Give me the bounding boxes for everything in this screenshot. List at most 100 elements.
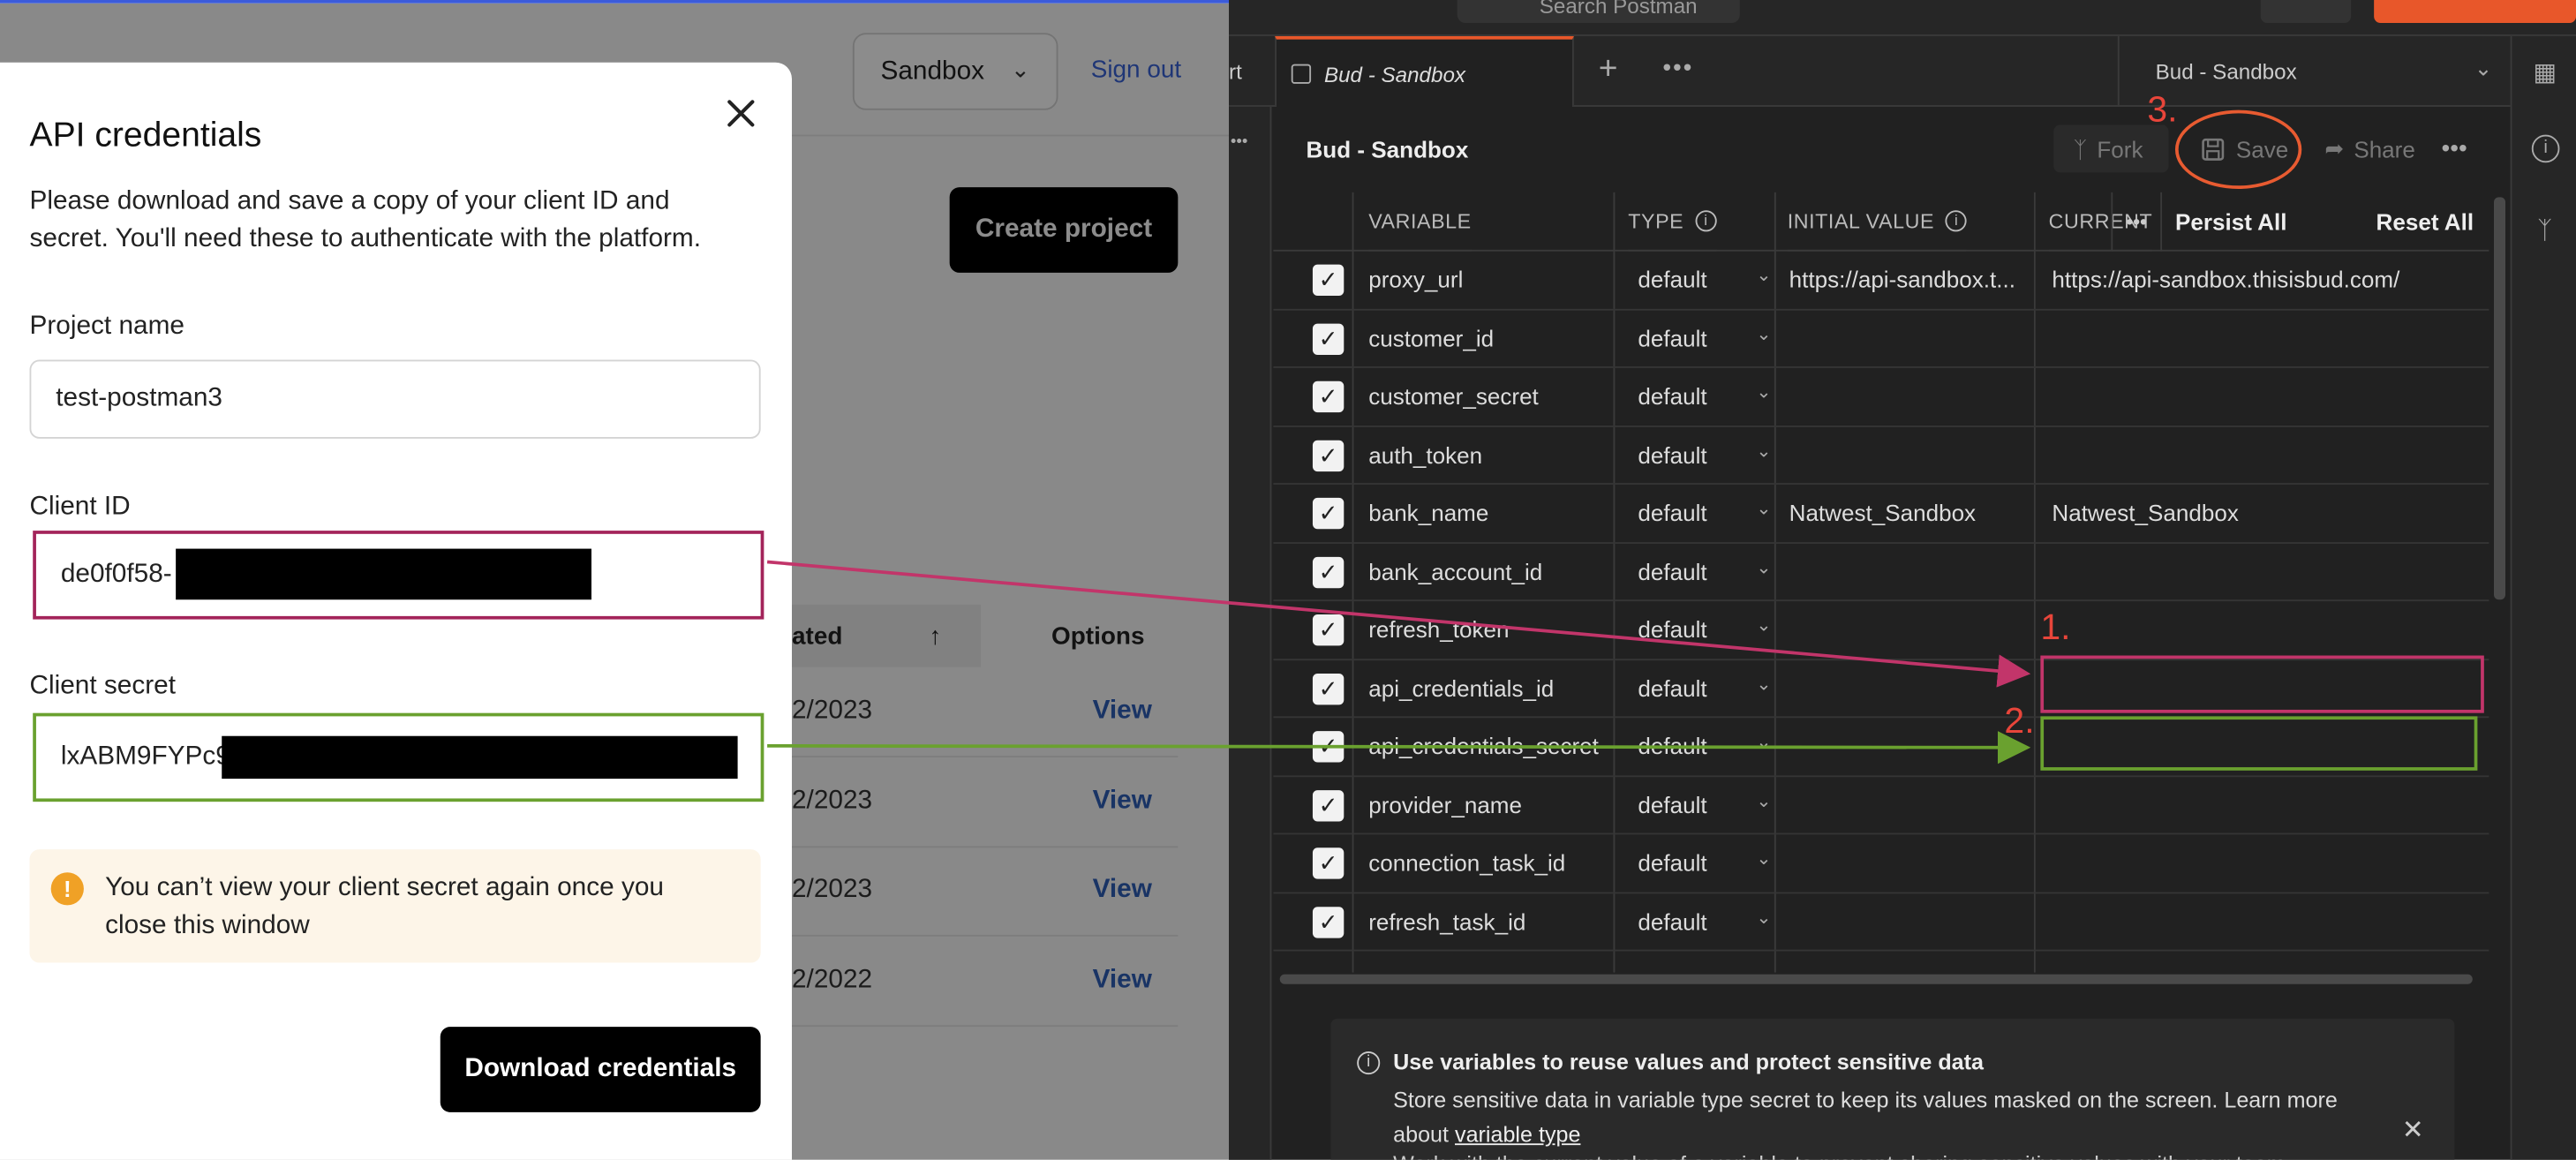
variable-type[interactable]: default	[1638, 791, 1736, 817]
info-icon[interactable]: i	[2531, 134, 2560, 163]
enabled-checkbox[interactable]: ✓	[1312, 673, 1344, 704]
horizontal-scrollbar[interactable]	[1279, 974, 2473, 984]
variable-type[interactable]: default	[1638, 849, 1736, 876]
variable-type[interactable]: default	[1638, 616, 1736, 643]
chevron-down-icon[interactable]: ⌄	[1756, 381, 1771, 403]
enabled-checkbox[interactable]: ✓	[1312, 614, 1344, 646]
enabled-checkbox[interactable]: ✓	[1312, 497, 1344, 530]
variable-row[interactable]: ✓ refresh_token default ⌄	[1273, 601, 2489, 660]
variable-row[interactable]: ✓ proxy_url default ⌄ https://api-sandbox.t.…	[1273, 252, 2489, 310]
variable-row[interactable]: ✓ connection_task_id default ⌄	[1273, 834, 2489, 893]
variable-type-link[interactable]: variable type	[1455, 1122, 1580, 1147]
postman-window: Search Postman rt Bud - Sandbox + ••• Bu…	[1229, 0, 2576, 1160]
environment-quick-look-icon[interactable]: ▦	[2532, 57, 2558, 87]
chevron-down-icon[interactable]: ⌄	[1756, 265, 1771, 285]
tab-more-icon[interactable]: •••	[1662, 54, 1693, 82]
search-input[interactable]: Search Postman	[1457, 0, 1740, 24]
client-secret-field[interactable]: lxABM9FYPc9	[33, 712, 765, 802]
variable-row[interactable]: ✓ bank_account_id default ⌄	[1273, 543, 2489, 602]
chevron-down-icon[interactable]: ⌄	[1756, 323, 1771, 344]
environment-title[interactable]: Bud - Sandbox	[1306, 136, 1468, 162]
current-value[interactable]: https://api-sandbox.thisisbud.com/	[2052, 266, 2479, 292]
info-icon[interactable]: i	[1695, 210, 1717, 232]
close-icon[interactable]	[723, 95, 759, 132]
current-value[interactable]: Natwest_Sandbox	[2052, 500, 2479, 526]
enabled-checkbox[interactable]: ✓	[1312, 847, 1344, 879]
client-id-field[interactable]: de0f0f58-	[33, 531, 765, 620]
variable-name[interactable]: api_credentials_secret	[1368, 733, 1607, 759]
more-options-icon[interactable]: •••	[2441, 135, 2467, 163]
chevron-down-icon[interactable]: ⌄	[1756, 614, 1771, 636]
variable-name[interactable]: refresh_task_id	[1368, 908, 1607, 934]
new-tab-plus-icon[interactable]: +	[1599, 51, 1618, 89]
current-value-highlight-id	[2040, 655, 2484, 713]
warning-banner: ! You can’t view your client secret agai…	[29, 849, 761, 963]
variable-type[interactable]: default	[1638, 733, 1736, 759]
variable-type[interactable]: default	[1638, 908, 1736, 934]
sidebar-more-icon[interactable]: •••	[1231, 133, 1248, 151]
variable-type[interactable]: default	[1638, 325, 1736, 351]
warning-icon: !	[50, 872, 84, 906]
variable-name[interactable]: customer_id	[1368, 325, 1607, 351]
sign-in-button[interactable]	[2260, 0, 2352, 24]
chevron-down-icon[interactable]: ⌄	[1756, 556, 1771, 577]
variable-row[interactable]: ✓ provider_name default ⌄	[1273, 776, 2489, 835]
variable-name[interactable]: connection_task_id	[1368, 849, 1607, 876]
variable-name[interactable]: customer_secret	[1368, 383, 1607, 410]
chevron-down-icon[interactable]: ⌄	[1756, 673, 1771, 694]
variable-row[interactable]: ✓ customer_id default ⌄	[1273, 310, 2489, 368]
enabled-checkbox[interactable]: ✓	[1312, 555, 1344, 588]
variable-row[interactable]: ✓ auth_token default ⌄	[1273, 426, 2489, 485]
enabled-checkbox[interactable]: ✓	[1312, 731, 1344, 763]
variable-type[interactable]: default	[1638, 558, 1736, 584]
info-icon[interactable]: i	[1946, 210, 1968, 232]
variable-row[interactable]: ✓ customer_secret default ⌄	[1273, 368, 2489, 426]
enabled-checkbox[interactable]: ✓	[1312, 322, 1344, 355]
persist-all-button[interactable]: Persist All	[2160, 192, 2300, 252]
create-account-button[interactable]	[2374, 0, 2576, 24]
project-name-field[interactable]: test-postman3	[29, 359, 761, 439]
variable-type[interactable]: default	[1638, 266, 1736, 292]
enabled-checkbox[interactable]: ✓	[1312, 264, 1344, 296]
enabled-checkbox[interactable]: ✓	[1312, 439, 1344, 471]
environment-icon	[1291, 64, 1312, 84]
chevron-down-icon[interactable]: ⌄	[1756, 789, 1771, 810]
chevron-down-icon[interactable]: ⌄	[1756, 847, 1771, 869]
variable-name[interactable]: bank_account_id	[1368, 558, 1607, 584]
current-value-highlight-secret	[2040, 716, 2478, 771]
variable-name[interactable]: bank_name	[1368, 500, 1607, 526]
enabled-checkbox[interactable]: ✓	[1312, 380, 1344, 413]
chevron-down-icon[interactable]: ⌄	[1756, 440, 1771, 461]
column-more-icon[interactable]: •••	[2111, 192, 2160, 252]
variable-name[interactable]: api_credentials_id	[1368, 674, 1607, 701]
variable-type[interactable]: default	[1638, 441, 1736, 468]
modal-description: Please download and save a copy of your …	[29, 187, 702, 253]
chevron-down-icon[interactable]: ⌄	[1756, 498, 1771, 519]
variable-type[interactable]: default	[1638, 500, 1736, 526]
reset-all-button[interactable]: Reset All	[2359, 192, 2489, 252]
vertical-scrollbar[interactable]	[2493, 197, 2506, 600]
column-header-initial-value: INITIAL VALUE i	[1787, 192, 1968, 252]
enabled-checkbox[interactable]: ✓	[1312, 906, 1344, 938]
close-icon[interactable]: ✕	[2402, 1114, 2424, 1147]
enabled-checkbox[interactable]: ✓	[1312, 789, 1344, 821]
initial-value[interactable]: https://api-sandbox.t...	[1789, 266, 2022, 292]
share-button[interactable]: ➦ Share	[2305, 124, 2420, 172]
initial-value[interactable]: Natwest_Sandbox	[1789, 500, 2022, 526]
chevron-down-icon[interactable]: ⌄	[1756, 731, 1771, 752]
variable-type[interactable]: default	[1638, 383, 1736, 410]
variable-row[interactable]: ✓ bank_name default ⌄ Natwest_Sandbox Natwest…	[1273, 485, 2489, 544]
variable-row[interactable]: ✓ refresh_task_id default ⌄	[1273, 893, 2489, 952]
variable-name[interactable]: proxy_url	[1368, 266, 1607, 292]
variable-name[interactable]: auth_token	[1368, 441, 1607, 468]
variable-type[interactable]: default	[1638, 674, 1736, 701]
fork-button[interactable]: ᛉ Fork	[2053, 124, 2169, 173]
branch-icon[interactable]: ᛉ	[2532, 217, 2558, 245]
chevron-down-icon[interactable]: ⌄	[1756, 906, 1771, 927]
variable-name[interactable]: provider_name	[1368, 791, 1607, 817]
redaction-bar	[176, 548, 591, 600]
download-credentials-button[interactable]: Download credentials	[440, 1027, 761, 1112]
tab-previous[interactable]: rt	[1229, 59, 1242, 84]
tab-bud-sandbox[interactable]: Bud - Sandbox	[1275, 35, 1574, 107]
variable-name[interactable]: refresh_token	[1368, 616, 1607, 643]
